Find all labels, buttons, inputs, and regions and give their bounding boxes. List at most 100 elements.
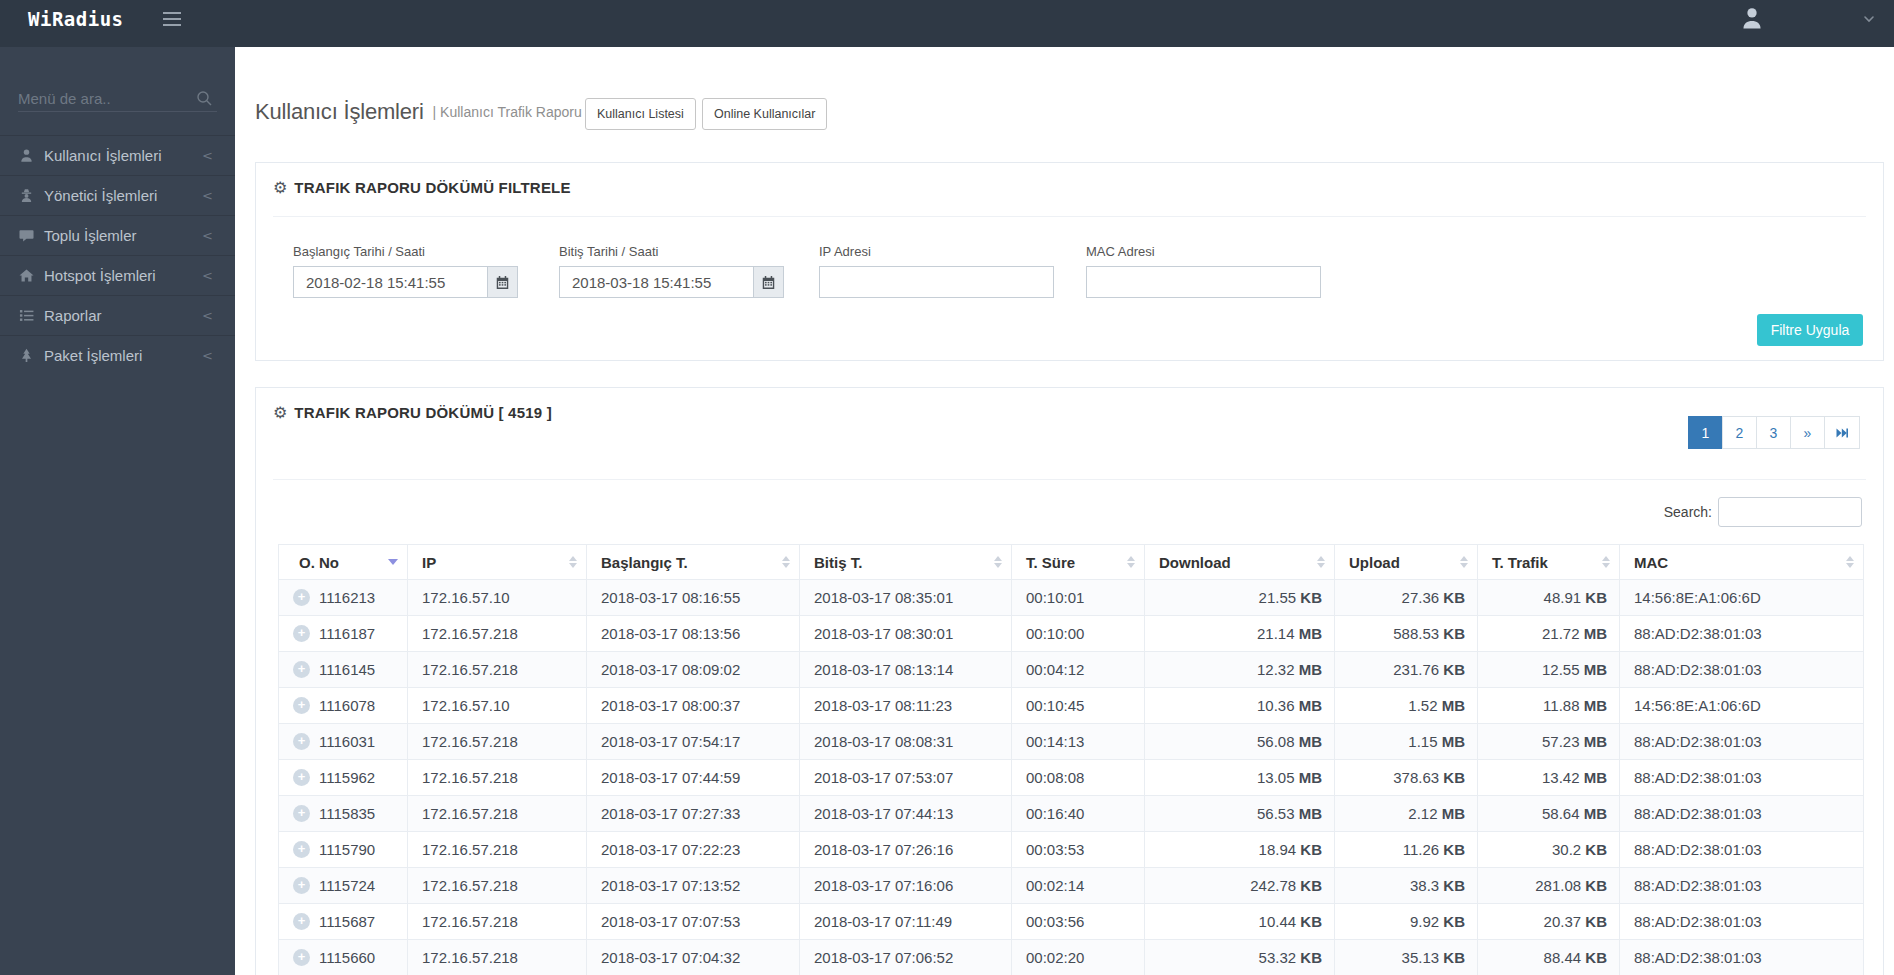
expand-row-button[interactable]: +: [293, 589, 310, 606]
cell-duration: 00:10:01: [1012, 580, 1145, 616]
ip-address-input[interactable]: [819, 266, 1054, 298]
table-search-input[interactable]: [1718, 497, 1862, 527]
main-content: Kullanıcı İşlemleri | Kullanıcı Trafik R…: [235, 47, 1894, 975]
cell-duration: 00:03:56: [1012, 904, 1145, 940]
cell-start: 2018-03-17 07:07:53: [587, 904, 800, 940]
table-row: +1116213172.16.57.102018-03-17 08:16:552…: [279, 580, 1864, 616]
cell-trafik: 48.91 KB: [1478, 580, 1620, 616]
sidebar-search-placeholder: Menü de ara..: [18, 90, 111, 107]
sidebar-item-kullanici-islemleri[interactable]: Kullanıcı İşlemleri <: [0, 135, 235, 175]
calendar-addon-button[interactable]: [754, 266, 784, 298]
expand-row-button[interactable]: +: [293, 913, 310, 930]
start-date-input[interactable]: [293, 266, 488, 298]
col-header-baslangic[interactable]: Başlangıç T.: [587, 545, 800, 580]
pagination-next[interactable]: »: [1790, 416, 1825, 449]
table-search: Search:: [1664, 497, 1862, 527]
cell-ono-wrap: +1116031: [279, 724, 408, 760]
pagination-page-2[interactable]: 2: [1722, 416, 1757, 449]
chevron-left-icon: <: [202, 188, 213, 203]
expand-row-button[interactable]: +: [293, 877, 310, 894]
table-row: +1115660172.16.57.2182018-03-17 07:04:32…: [279, 940, 1864, 975]
cell-download: 56.53 MB: [1145, 796, 1335, 832]
cell-ip: 172.16.57.218: [408, 760, 587, 796]
user-icon: [18, 148, 34, 164]
col-header-download[interactable]: Download: [1145, 545, 1335, 580]
cell-upload: 35.13 KB: [1335, 940, 1478, 975]
cell-trafik: 12.55 MB: [1478, 652, 1620, 688]
cell-ono: 1115660: [319, 949, 375, 966]
expand-row-button[interactable]: +: [293, 733, 310, 750]
pagination-page-1[interactable]: 1: [1688, 416, 1723, 449]
cell-duration: 00:04:12: [1012, 652, 1145, 688]
calendar-addon-button[interactable]: [488, 266, 518, 298]
cell-mac: 88:AD:D2:38:01:03: [1620, 760, 1864, 796]
filtre-uygula-button[interactable]: Filtre Uygula: [1757, 314, 1863, 346]
cell-trafik: 20.37 KB: [1478, 904, 1620, 940]
gear-icon: ⚙: [273, 178, 287, 197]
end-date-input[interactable]: [559, 266, 754, 298]
sort-icon: [1127, 556, 1135, 568]
expand-row-button[interactable]: +: [293, 841, 310, 858]
col-header-bitis[interactable]: Bitiş T.: [800, 545, 1012, 580]
col-header-trafik[interactable]: T. Trafik: [1478, 545, 1620, 580]
cell-download: 18.94 KB: [1145, 832, 1335, 868]
col-header-ip[interactable]: IP: [408, 545, 587, 580]
col-header-sure[interactable]: T. Süre: [1012, 545, 1145, 580]
cell-download: 21.55 KB: [1145, 580, 1335, 616]
cell-ip: 172.16.57.218: [408, 796, 587, 832]
mac-address-field: MAC Adresi: [1086, 244, 1321, 298]
sidebar-item-hotspot-islemleri[interactable]: Hotspot İşlemleri <: [0, 255, 235, 295]
cell-ip: 172.16.57.218: [408, 832, 587, 868]
cell-trafik: 281.08 KB: [1478, 868, 1620, 904]
cell-trafik: 57.23 MB: [1478, 724, 1620, 760]
mac-address-input[interactable]: [1086, 266, 1321, 298]
cell-end: 2018-03-17 07:06:52: [800, 940, 1012, 975]
sidebar-item-yonetici-islemleri[interactable]: Yönetici İşlemleri <: [0, 175, 235, 215]
chevron-down-icon[interactable]: [1862, 13, 1876, 25]
sidebar-item-raporlar[interactable]: Raporlar <: [0, 295, 235, 335]
pagination-page-3[interactable]: 3: [1756, 416, 1791, 449]
user-secret-icon: [18, 188, 34, 204]
sidebar-item-paket-islemleri[interactable]: Paket İşlemleri <: [0, 335, 235, 375]
sort-icon: [569, 556, 577, 568]
cell-ip: 172.16.57.10: [408, 688, 587, 724]
cell-upload: 1.52 MB: [1335, 688, 1478, 724]
cell-upload: 38.3 KB: [1335, 868, 1478, 904]
kullanici-listesi-button[interactable]: Kullanıcı Listesi: [585, 98, 696, 130]
cell-ono-wrap: +1115835: [279, 796, 408, 832]
expand-row-button[interactable]: +: [293, 625, 310, 642]
col-header-upload[interactable]: Upload: [1335, 545, 1478, 580]
col-header-ono[interactable]: O. No: [279, 545, 408, 580]
expand-row-button[interactable]: +: [293, 769, 310, 786]
cell-duration: 00:14:13: [1012, 724, 1145, 760]
chevron-left-icon: <: [202, 308, 213, 323]
cell-start: 2018-03-17 08:09:02: [587, 652, 800, 688]
online-kullanicilar-button[interactable]: Online Kullanıcılar: [702, 98, 827, 130]
cell-ono-wrap: +1115724: [279, 868, 408, 904]
comment-icon: [18, 228, 34, 244]
expand-row-button[interactable]: +: [293, 661, 310, 678]
cell-ono: 1115835: [319, 805, 375, 822]
ip-address-label: IP Adresi: [819, 244, 1054, 259]
user-avatar-icon[interactable]: [1740, 5, 1764, 31]
cell-duration: 00:10:45: [1012, 688, 1145, 724]
col-header-mac[interactable]: MAC: [1620, 545, 1864, 580]
page-subtitle: | Kullanıcı Trafik Raporu: [433, 104, 582, 120]
table-header-row: O. No IP Başlangıç T. Bitiş T. T. Süre D…: [279, 545, 1864, 580]
sidebar-item-toplu-islemler[interactable]: Toplu İşlemler <: [0, 215, 235, 255]
expand-row-button[interactable]: +: [293, 949, 310, 966]
sidebar-search-input[interactable]: Menü de ara..: [18, 88, 217, 112]
cell-start: 2018-03-17 07:54:17: [587, 724, 800, 760]
cell-end: 2018-03-17 08:35:01: [800, 580, 1012, 616]
cell-end: 2018-03-17 08:30:01: [800, 616, 1012, 652]
pagination-last[interactable]: [1824, 416, 1860, 449]
end-date-field: Bitiş Tarihi / Saati: [559, 244, 784, 298]
cell-ono-wrap: +1116078: [279, 688, 408, 724]
cell-end: 2018-03-17 07:53:07: [800, 760, 1012, 796]
cell-end: 2018-03-17 08:11:23: [800, 688, 1012, 724]
sidebar-toggle-icon[interactable]: [163, 12, 181, 26]
app-logo: WiRadius: [28, 8, 124, 30]
expand-row-button[interactable]: +: [293, 805, 310, 822]
expand-row-button[interactable]: +: [293, 697, 310, 714]
page-title: Kullanıcı İşlemleri: [255, 99, 424, 125]
